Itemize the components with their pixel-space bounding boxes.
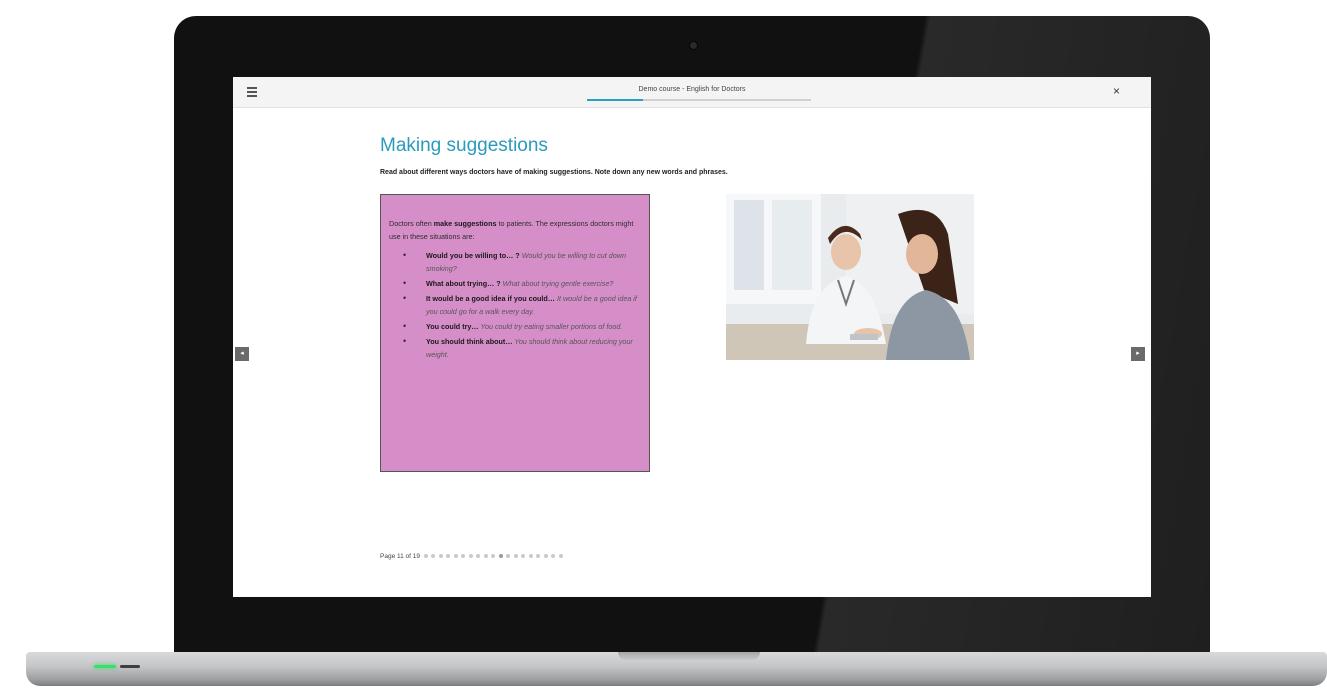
page-dot[interactable] bbox=[461, 554, 466, 559]
page-dot[interactable] bbox=[558, 554, 563, 559]
page-count-label: Page 11 of 19 bbox=[380, 553, 420, 560]
course-screen: Demo course - English for Doctors × Maki… bbox=[233, 77, 1151, 597]
course-topbar: Demo course - English for Doctors × bbox=[233, 77, 1151, 108]
course-title: Demo course - English for Doctors bbox=[638, 86, 746, 93]
page-dot[interactable] bbox=[483, 554, 488, 559]
page-dot[interactable] bbox=[543, 554, 548, 559]
page-dots bbox=[423, 553, 567, 560]
list-item: You should think about… You should think… bbox=[389, 335, 637, 361]
laptop-base bbox=[26, 652, 1327, 686]
list-item: It would be a good idea if you could… It… bbox=[389, 292, 637, 318]
page-dot[interactable] bbox=[551, 554, 556, 559]
page-dot[interactable] bbox=[506, 554, 511, 559]
next-page-button[interactable]: ▸ bbox=[1131, 347, 1145, 361]
page-dot[interactable] bbox=[438, 554, 443, 559]
suggestions-box: Doctors often make suggestions to patien… bbox=[380, 194, 650, 472]
course-progress-bar bbox=[587, 99, 811, 101]
page-dot[interactable] bbox=[476, 554, 481, 559]
page-dot[interactable] bbox=[491, 554, 496, 559]
page-dot[interactable] bbox=[453, 554, 458, 559]
page-dot[interactable] bbox=[423, 554, 428, 559]
page-indicator: Page 11 of 19 bbox=[380, 553, 566, 560]
doctor-patient-photo bbox=[726, 194, 974, 360]
list-item: What about trying… ? What about trying g… bbox=[389, 277, 637, 290]
previous-page-button[interactable]: ◂ bbox=[235, 347, 249, 361]
base-notch bbox=[618, 652, 760, 660]
list-item: Would you be willing to… ? Would you be … bbox=[389, 249, 637, 275]
page-dot[interactable] bbox=[528, 554, 533, 559]
close-icon[interactable]: × bbox=[1113, 85, 1120, 97]
status-led bbox=[120, 665, 140, 668]
power-led bbox=[94, 665, 116, 668]
intro-bold-term: make suggestions bbox=[433, 219, 497, 228]
lesson-instruction: Read about different ways doctors have o… bbox=[380, 169, 728, 176]
page-dot[interactable] bbox=[446, 554, 451, 559]
page-dot[interactable] bbox=[468, 554, 473, 559]
suggestions-intro: Doctors often make suggestions to patien… bbox=[389, 219, 634, 241]
page-dot[interactable] bbox=[431, 554, 436, 559]
suggestions-list: Would you be willing to… ? Would you be … bbox=[389, 249, 637, 361]
page-dot[interactable] bbox=[521, 554, 526, 559]
page-dot[interactable] bbox=[498, 554, 503, 559]
page-dot[interactable] bbox=[536, 554, 541, 559]
course-progress-fill bbox=[587, 99, 643, 101]
list-item: You could try… You could try eating smal… bbox=[389, 320, 637, 333]
webcam bbox=[690, 42, 697, 49]
page-title: Making suggestions bbox=[380, 135, 548, 156]
page-dot[interactable] bbox=[513, 554, 518, 559]
